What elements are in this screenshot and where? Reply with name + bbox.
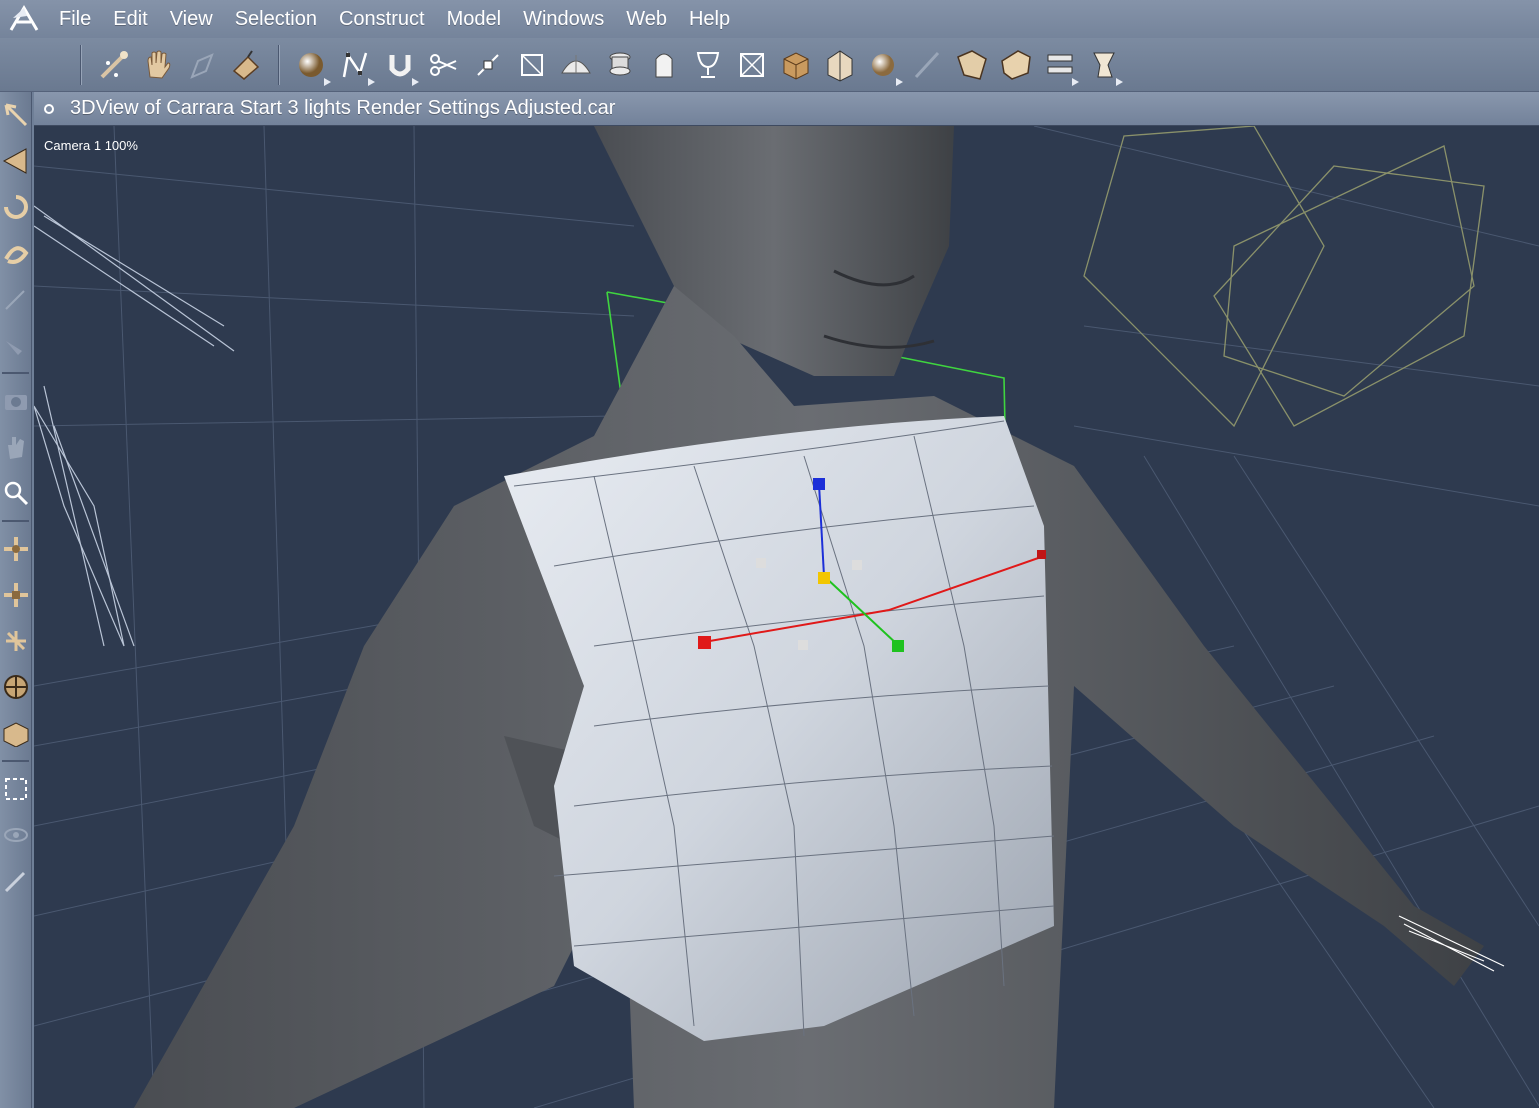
tool-separator — [2, 520, 29, 522]
submenu-arrow-icon — [896, 77, 903, 86]
vertex-move-icon[interactable] — [466, 42, 510, 88]
disabled-hand-icon[interactable] — [180, 42, 224, 88]
submenu-arrow-icon — [368, 77, 375, 86]
crop-icon[interactable] — [510, 42, 554, 88]
rect-select-icon[interactable] — [0, 766, 32, 812]
menu-view[interactable]: View — [159, 0, 224, 38]
submenu-arrow-icon — [1116, 77, 1123, 86]
left-tool-strip — [0, 92, 32, 1108]
toolbar-separator — [278, 44, 280, 85]
3d-scene-canvas[interactable] — [34, 126, 1539, 1108]
submenu-arrow-icon — [1072, 77, 1079, 86]
garment-mesh — [504, 416, 1055, 1041]
twist-icon[interactable] — [0, 230, 32, 276]
3d-view-window: 3DView of Carrara Start 3 lights Render … — [34, 92, 1539, 1108]
carrara-app: File Edit View Selection Construct Model… — [0, 0, 1539, 1108]
move-3d-icon[interactable] — [0, 526, 32, 572]
rotate-icon[interactable] — [0, 184, 32, 230]
sphere-icon[interactable] — [290, 42, 334, 88]
submenu-arrow-icon — [324, 77, 331, 86]
align-icon[interactable] — [1038, 42, 1082, 88]
ball-icon[interactable] — [862, 42, 906, 88]
menu-selection[interactable]: Selection — [224, 0, 328, 38]
camera-icon[interactable] — [0, 378, 32, 424]
menu-web[interactable]: Web — [615, 0, 678, 38]
zoom-icon[interactable] — [0, 470, 32, 516]
lathe-icon[interactable] — [598, 42, 642, 88]
submenu-arrow-icon — [412, 77, 419, 86]
box-select-icon[interactable] — [0, 710, 32, 756]
hand-pan-icon[interactable] — [0, 424, 32, 470]
magnet-icon[interactable] — [378, 42, 422, 88]
menu-windows[interactable]: Windows — [512, 0, 615, 38]
menu-edit[interactable]: Edit — [102, 0, 158, 38]
cube-icon[interactable] — [774, 42, 818, 88]
goblet-icon[interactable] — [686, 42, 730, 88]
morph-a-icon[interactable] — [950, 42, 994, 88]
view-title: 3DView of Carrara Start 3 lights Render … — [70, 97, 616, 119]
arrow-select-icon[interactable] — [0, 92, 32, 138]
menu-construct[interactable]: Construct — [328, 0, 436, 38]
carrara-logo-icon[interactable] — [0, 0, 48, 38]
package-icon[interactable] — [818, 42, 862, 88]
paint-bucket-icon[interactable] — [224, 42, 268, 88]
morph-b-icon[interactable] — [994, 42, 1038, 88]
smudge-icon[interactable] — [0, 322, 32, 368]
menu-help[interactable]: Help — [678, 0, 741, 38]
spline-icon[interactable] — [334, 42, 378, 88]
modeling-toolbar — [0, 38, 1539, 92]
tool-separator — [2, 760, 29, 762]
sphere-rotate-icon[interactable] — [0, 664, 32, 710]
extrude-icon[interactable] — [642, 42, 686, 88]
knife-icon[interactable] — [0, 276, 32, 322]
tool-separator — [2, 372, 29, 374]
toolbar-separator — [80, 44, 82, 85]
grab-hand-icon[interactable] — [136, 42, 180, 88]
eye-icon[interactable] — [0, 812, 32, 858]
dome-icon[interactable] — [554, 42, 598, 88]
move-icon[interactable] — [0, 138, 32, 184]
scissors-icon[interactable] — [422, 42, 466, 88]
magic-wand-icon[interactable] — [92, 42, 136, 88]
pencil-icon[interactable] — [0, 858, 32, 904]
box-icon[interactable] — [730, 42, 774, 88]
rotate-3d-icon[interactable] — [0, 618, 32, 664]
view-title-bar[interactable]: 3DView of Carrara Start 3 lights Render … — [34, 92, 1539, 126]
scale-3d-icon[interactable] — [0, 572, 32, 618]
brush-icon[interactable] — [906, 42, 950, 88]
bend-icon[interactable] — [1082, 42, 1126, 88]
view-close-icon[interactable] — [44, 103, 54, 114]
menu-bar: File Edit View Selection Construct Model… — [0, 0, 1539, 38]
menu-file[interactable]: File — [48, 0, 102, 38]
camera-label: Camera 1 100% — [44, 138, 138, 153]
menu-model[interactable]: Model — [436, 0, 512, 38]
